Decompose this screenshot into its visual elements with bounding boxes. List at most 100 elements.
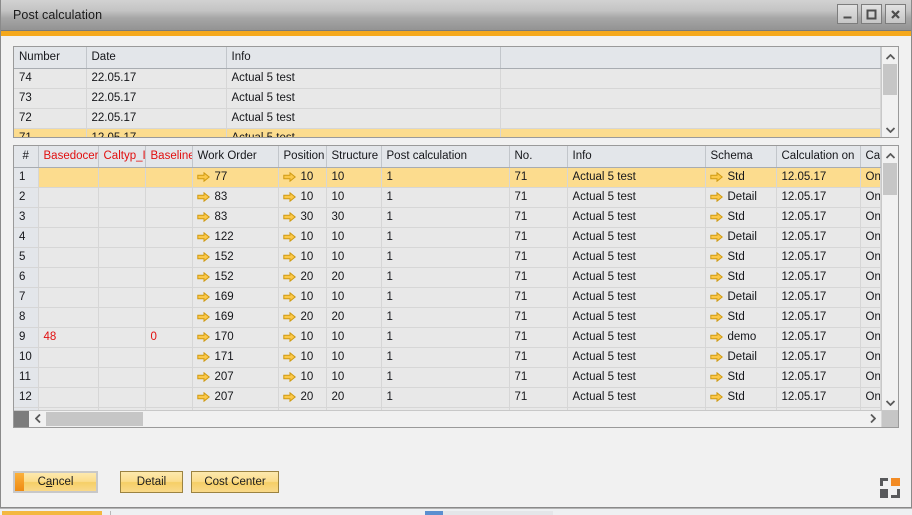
link-arrow-icon[interactable] xyxy=(710,192,723,202)
cell-work-order[interactable]: 207 xyxy=(192,367,278,387)
link-arrow-icon[interactable] xyxy=(710,312,723,322)
window-titlebar[interactable]: Post calculation xyxy=(1,0,911,31)
cell-work-order[interactable]: 77 xyxy=(192,167,278,187)
taskbar-item[interactable] xyxy=(443,511,553,515)
taskbar-item[interactable] xyxy=(2,511,102,515)
cell-position[interactable]: 10 xyxy=(278,367,326,387)
table-row[interactable]: 2831010171Actual 5 testDetail12.05.17One… xyxy=(14,187,881,207)
col-header-number[interactable]: Number xyxy=(14,47,86,68)
cell-position[interactable]: 10 xyxy=(278,287,326,307)
minimize-button[interactable] xyxy=(837,4,858,24)
col-header-position[interactable]: Position xyxy=(278,146,326,167)
cell-position[interactable]: 10 xyxy=(278,327,326,347)
link-arrow-icon[interactable] xyxy=(283,252,296,262)
post-calculation-detail-grid[interactable]: # Basedocer Caltyp_ID Baseline Work Orde… xyxy=(13,145,899,428)
table-row[interactable]: 94801701010171Actual 5 testdemo12.05.17O… xyxy=(14,327,881,347)
cell-work-order[interactable]: 83 xyxy=(192,207,278,227)
scroll-track[interactable] xyxy=(882,64,898,120)
table-row[interactable]: 3833030171Actual 5 testStd12.05.17One st… xyxy=(14,207,881,227)
cost-center-button[interactable]: Cost Center xyxy=(191,471,279,493)
col-header-schema[interactable]: Schema xyxy=(705,146,776,167)
cell-schema[interactable]: Std xyxy=(705,247,776,267)
detail-grid-horizontal-scrollbar[interactable] xyxy=(14,410,898,427)
cancel-button[interactable]: Cancel xyxy=(13,471,98,493)
cell-position[interactable]: 10 xyxy=(278,347,326,367)
cell-position[interactable]: 10 xyxy=(278,247,326,267)
cell-schema[interactable]: demo xyxy=(705,327,776,347)
cell-schema[interactable]: Std xyxy=(705,367,776,387)
close-button[interactable] xyxy=(885,4,906,24)
taskbar-item[interactable] xyxy=(425,511,443,515)
link-arrow-icon[interactable] xyxy=(710,292,723,302)
table-row[interactable]: 122072020171Actual 5 testStd12.05.17One … xyxy=(14,387,881,407)
cell-position[interactable]: 20 xyxy=(278,387,326,407)
cell-work-order[interactable]: 83 xyxy=(192,187,278,207)
link-arrow-icon[interactable] xyxy=(197,192,210,202)
cell-work-order[interactable]: 208 xyxy=(192,407,278,410)
link-arrow-icon[interactable] xyxy=(710,212,723,222)
link-arrow-icon[interactable] xyxy=(283,192,296,202)
col-header-structure[interactable]: Structure xyxy=(326,146,381,167)
document-list-vertical-scrollbar[interactable] xyxy=(881,47,898,137)
cell-schema[interactable]: Std xyxy=(705,207,776,227)
cell-schema[interactable]: Detail xyxy=(705,187,776,207)
link-arrow-icon[interactable] xyxy=(283,232,296,242)
scroll-up-button[interactable] xyxy=(882,47,898,64)
cell-work-order[interactable]: 171 xyxy=(192,347,278,367)
link-arrow-icon[interactable] xyxy=(283,372,296,382)
link-arrow-icon[interactable] xyxy=(197,292,210,302)
link-arrow-icon[interactable] xyxy=(197,232,210,242)
table-row[interactable]: 112071010171Actual 5 testStd12.05.17One … xyxy=(14,367,881,387)
col-header-date[interactable]: Date xyxy=(86,47,226,68)
table-row[interactable]: 101711010171Actual 5 testDetail12.05.17O… xyxy=(14,347,881,367)
table-row[interactable]: 61522020171Actual 5 testStd12.05.17One s… xyxy=(14,267,881,287)
cell-work-order[interactable]: 122 xyxy=(192,227,278,247)
link-arrow-icon[interactable] xyxy=(283,392,296,402)
col-header-info[interactable]: Info xyxy=(226,47,500,68)
link-arrow-icon[interactable] xyxy=(710,172,723,182)
link-arrow-icon[interactable] xyxy=(197,392,210,402)
grid-corner-handle[interactable] xyxy=(14,411,29,427)
col-header-calculation-type[interactable]: Calculation: Type xyxy=(860,146,881,167)
resize-grip-icon[interactable] xyxy=(879,477,901,499)
cell-schema[interactable]: Std xyxy=(705,267,776,287)
link-arrow-icon[interactable] xyxy=(710,272,723,282)
document-list-grid[interactable]: Number Date Info 74 22.05.17 Actual 5 te… xyxy=(13,46,899,138)
scroll-track[interactable] xyxy=(882,163,898,393)
table-row[interactable]: 72 22.05.17 Actual 5 test xyxy=(14,108,881,128)
link-arrow-icon[interactable] xyxy=(710,252,723,262)
cell-work-order[interactable]: 170 xyxy=(192,327,278,347)
detail-grid-vertical-scrollbar[interactable] xyxy=(881,146,898,410)
cell-position[interactable]: 10 xyxy=(278,187,326,207)
cell-schema[interactable]: Std xyxy=(705,167,776,187)
table-row[interactable]: 132081010171Actual 5 testStd12.05.17One … xyxy=(14,407,881,410)
link-arrow-icon[interactable] xyxy=(197,312,210,322)
link-arrow-icon[interactable] xyxy=(197,352,210,362)
cell-position[interactable]: 10 xyxy=(278,227,326,247)
cell-schema[interactable]: Std xyxy=(705,307,776,327)
link-arrow-icon[interactable] xyxy=(283,292,296,302)
link-arrow-icon[interactable] xyxy=(283,332,296,342)
link-arrow-icon[interactable] xyxy=(283,212,296,222)
col-header-info[interactable]: Info xyxy=(567,146,705,167)
cell-position[interactable]: 20 xyxy=(278,267,326,287)
scroll-up-button[interactable] xyxy=(882,146,898,163)
cell-schema[interactable]: Detail xyxy=(705,227,776,247)
table-row[interactable]: 81692020171Actual 5 testStd12.05.17One s… xyxy=(14,307,881,327)
cell-work-order[interactable]: 169 xyxy=(192,287,278,307)
cell-schema[interactable]: Std xyxy=(705,407,776,410)
link-arrow-icon[interactable] xyxy=(710,232,723,242)
scroll-thumb[interactable] xyxy=(883,163,897,195)
table-row[interactable]: 73 22.05.17 Actual 5 test xyxy=(14,88,881,108)
cell-position[interactable]: 10 xyxy=(278,407,326,410)
col-header-no[interactable]: No. xyxy=(509,146,567,167)
link-arrow-icon[interactable] xyxy=(197,172,210,182)
col-header-index[interactable]: # xyxy=(14,146,38,167)
cell-work-order[interactable]: 152 xyxy=(192,247,278,267)
table-row[interactable]: 51521010171Actual 5 testStd12.05.17One s… xyxy=(14,247,881,267)
scroll-thumb[interactable] xyxy=(46,412,143,426)
link-arrow-icon[interactable] xyxy=(283,172,296,182)
cell-position[interactable]: 20 xyxy=(278,307,326,327)
link-arrow-icon[interactable] xyxy=(283,312,296,322)
scroll-left-button[interactable] xyxy=(29,411,46,427)
